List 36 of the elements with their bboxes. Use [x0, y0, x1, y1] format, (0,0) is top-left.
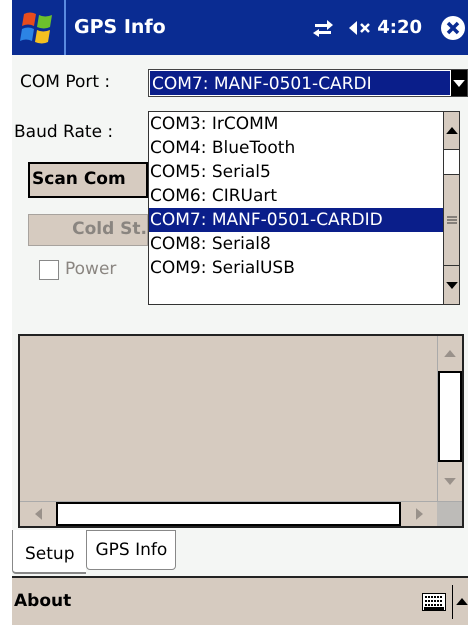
com-port-option[interactable]: COM7: MANF-0501-CARDID: [149, 208, 443, 232]
scroll-down-icon: [446, 282, 458, 288]
keyboard-icon[interactable]: [422, 592, 446, 610]
speaker-muted-icon[interactable]: [349, 20, 372, 36]
com-port-option[interactable]: COM4: BlueTooth: [149, 136, 443, 160]
vertical-scrollbar[interactable]: [437, 336, 462, 501]
scrollbar-corner: [437, 502, 462, 526]
about-menu[interactable]: About: [14, 588, 72, 614]
close-icon[interactable]: [440, 14, 466, 40]
com-port-option[interactable]: COM9: SerialUSB: [149, 256, 443, 280]
com-port-option[interactable]: COM3: IrCOMM: [149, 112, 443, 136]
baud-rate-label: Baud Rate :: [14, 121, 114, 144]
tab[interactable]: GPS Info: [86, 530, 176, 570]
window-title: GPS Info: [74, 15, 166, 40]
com-port-option[interactable]: COM8: Serial8: [149, 232, 443, 256]
com-port-option[interactable]: COM5: Serial5: [149, 160, 443, 184]
scroll-up-icon: [446, 127, 458, 134]
com-port-label: COM Port :: [20, 71, 112, 94]
clock: 4:20: [377, 16, 422, 40]
list-scrollbar[interactable]: [443, 112, 459, 304]
grip-icon[interactable]: [446, 216, 456, 224]
connectivity-arrows-icon[interactable]: [311, 18, 336, 36]
output-text-area[interactable]: [18, 334, 464, 528]
input-menu-arrow-icon: [456, 598, 468, 605]
com-port-option[interactable]: COM6: CIRUart: [149, 184, 443, 208]
power-label: Power: [65, 258, 116, 282]
action-button[interactable]: Scan Com: [28, 162, 148, 198]
scroll-left-icon: [34, 508, 42, 520]
tab[interactable]: Setup: [12, 530, 86, 574]
scroll-up-icon: [444, 350, 456, 357]
scroll-right-icon: [416, 508, 422, 520]
scroll-down-icon: [444, 478, 456, 485]
dropdown-arrow-icon: [453, 80, 465, 86]
horizontal-scrollbar[interactable]: [20, 501, 462, 526]
com-port-value: COM7: MANF-0501-CARDI: [150, 71, 450, 95]
com-port-dropdown[interactable]: COM7: MANF-0501-CARDI: [148, 69, 468, 97]
